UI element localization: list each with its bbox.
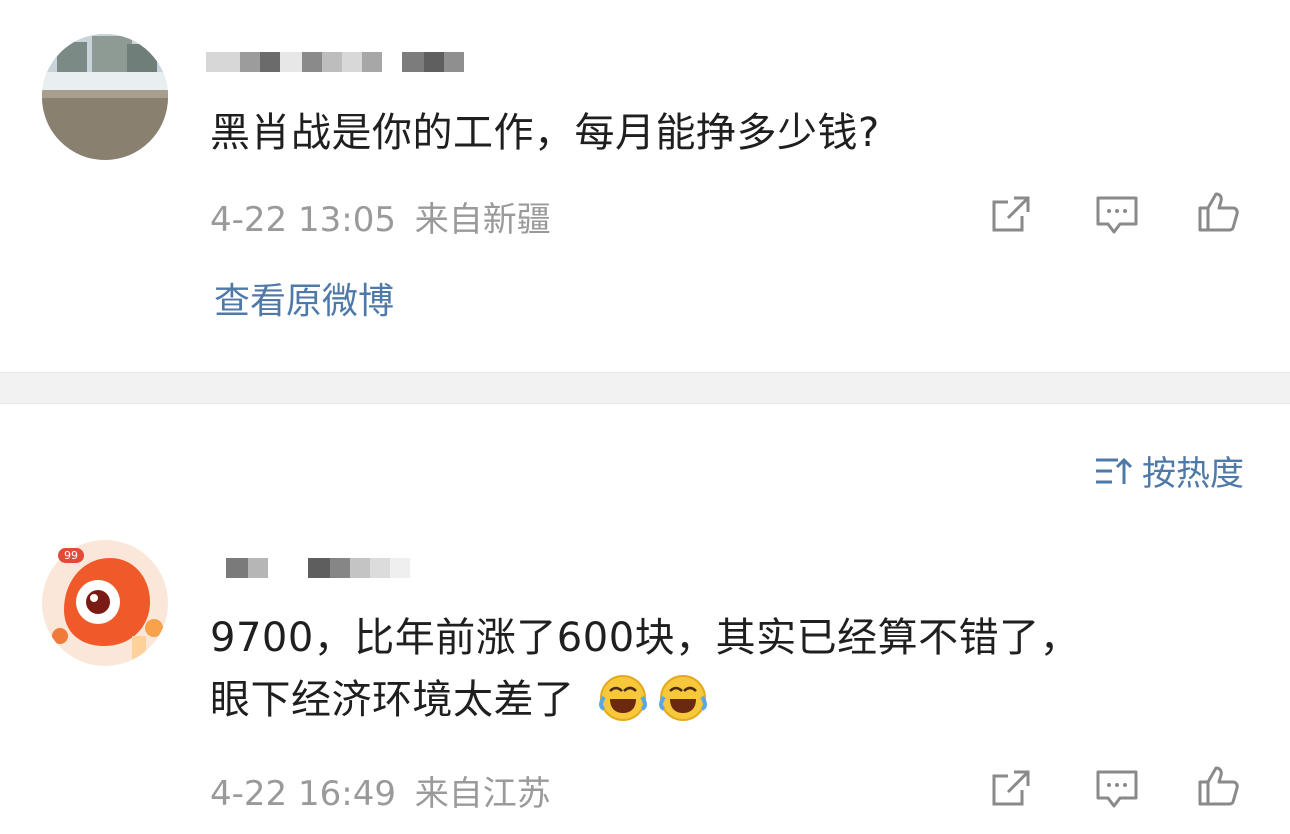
view-original-link[interactable]: 查看原微博 [214, 272, 394, 324]
share-button[interactable] [988, 766, 1034, 816]
comment-text-line-1: 9700，比年前涨了600块，其实已经算不错了， [210, 615, 1081, 661]
comment-meta: 4-22 16:49 来自江苏 [210, 766, 551, 815]
avatar-image [42, 34, 168, 160]
laugh-cry-emoji [658, 675, 707, 721]
avatar-badge: 99 [58, 548, 84, 563]
sort-label: 按热度 [1142, 454, 1244, 494]
comment-button[interactable] [1094, 192, 1140, 242]
sort-icon [1096, 457, 1132, 484]
comment-location: 来自新疆 [414, 200, 551, 240]
like-button[interactable] [1196, 762, 1242, 812]
comment-location: 来自江苏 [414, 774, 551, 814]
laugh-cry-emoji [598, 675, 647, 721]
share-icon [992, 770, 1030, 806]
comment-icon [1096, 770, 1138, 808]
comment-time: 4-22 13:05 [210, 200, 396, 240]
like-icon [1198, 766, 1239, 806]
comment-text: 9700，比年前涨了600块，其实已经算不错了， 眼下经济环境太差了 [210, 610, 1080, 728]
comment-text: 黑肖战是你的工作，每月能挣多少钱? [210, 110, 880, 156]
share-button[interactable] [988, 192, 1034, 242]
share-icon [992, 196, 1030, 232]
username-redacted[interactable] [206, 42, 464, 82]
comment-time: 4-22 16:49 [210, 774, 396, 814]
comment-text-line-2-text: 眼下经济环境太差了 [210, 677, 575, 723]
like-button[interactable] [1196, 188, 1242, 238]
like-icon [1198, 192, 1239, 232]
comment-meta: 4-22 13:05 来自新疆 [210, 192, 551, 241]
comment-button[interactable] [1094, 766, 1140, 816]
comment-text-line-2: 眼下经济环境太差了 [210, 672, 1080, 728]
section-divider [0, 372, 1290, 404]
username-redacted[interactable] [226, 548, 410, 588]
avatar[interactable] [42, 34, 168, 160]
comment-icon [1096, 196, 1138, 234]
sort-by-hot-button[interactable]: 按热度 [1094, 446, 1244, 495]
